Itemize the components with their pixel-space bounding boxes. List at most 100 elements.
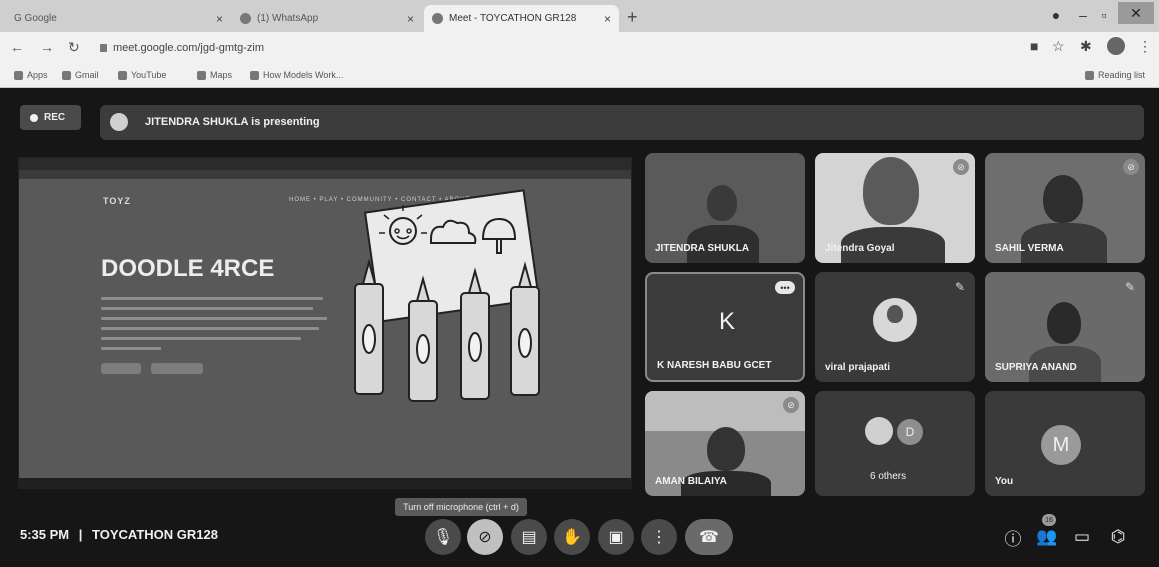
present-icon: ▣ xyxy=(608,529,624,546)
tooltip: Turn off microphone (ctrl + d) xyxy=(395,498,527,516)
shared-webpage: TOYZ HOME • PLAY • COMMUNITY • CONTACT •… xyxy=(19,179,631,480)
chat-icon[interactable]: ▭ xyxy=(1071,526,1093,548)
crayon-doodle-illustration xyxy=(354,189,540,402)
meet-icon xyxy=(432,13,443,24)
star-icon[interactable]: ☆ xyxy=(1052,38,1065,55)
new-tab-button[interactable]: + xyxy=(627,7,638,28)
participant-name: viral prajapati xyxy=(825,362,891,373)
shared-browser-tabs xyxy=(19,158,631,170)
bookmark-youtube[interactable]: YouTube xyxy=(118,70,166,80)
meeting-info-icon[interactable]: ⓘ xyxy=(1002,526,1024,549)
others-label: 6 others xyxy=(870,471,907,482)
participant-tile[interactable]: K ••• K NARESH BABU GCET xyxy=(645,272,805,382)
others-tile[interactable]: D 6 others xyxy=(815,391,975,496)
rec-label: REC xyxy=(44,112,66,123)
participant-video xyxy=(645,391,805,431)
meeting-details: 5:35 PM | TOYCATHON GR128 xyxy=(20,527,218,542)
close-window-button[interactable]: ✕ xyxy=(1118,2,1154,24)
recording-badge[interactable]: REC xyxy=(20,105,81,130)
lock-icon xyxy=(100,44,107,52)
tab-whatsapp[interactable]: (1) WhatsApp × xyxy=(232,5,422,32)
microphone-icon: 🎙 xyxy=(432,529,454,546)
url-field[interactable]: meet.google.com/jgd-gmtg-zim xyxy=(100,42,264,54)
reading-list-icon xyxy=(1085,70,1094,80)
close-icon[interactable]: × xyxy=(407,12,414,26)
activities-icon[interactable]: ⌬ xyxy=(1107,526,1129,548)
leave-call-button[interactable]: ☎ xyxy=(685,519,733,555)
shared-screen[interactable]: TOYZ HOME • PLAY • COMMUNITY • CONTACT •… xyxy=(18,157,632,489)
bookmark-label: Maps xyxy=(210,70,233,80)
participant-initial: M xyxy=(1041,425,1081,465)
participant-video xyxy=(707,185,737,221)
reload-icon[interactable]: ↻ xyxy=(68,39,80,56)
record-dot-icon xyxy=(30,113,38,122)
bookmark-label: How Models Work... xyxy=(263,70,344,80)
bookmark-label: Apps xyxy=(27,70,48,80)
address-bar: ← → ↻ meet.google.com/jgd-gmtg-zim ■ ☆ ✱… xyxy=(0,32,1159,62)
separator: | xyxy=(78,527,83,542)
participant-tile[interactable]: ⊘ SAHIL VERMA xyxy=(985,153,1145,263)
reading-list-button[interactable]: Reading list xyxy=(1085,70,1145,80)
back-icon[interactable]: ← xyxy=(10,39,24,55)
close-icon[interactable]: × xyxy=(604,12,611,26)
more-vert-icon: ⋮ xyxy=(651,529,667,546)
participant-name: Jitendra Goyal xyxy=(825,243,895,254)
bookmark-maps[interactable]: Maps xyxy=(197,70,232,80)
self-tile[interactable]: M You xyxy=(985,391,1145,496)
participant-initial: K xyxy=(718,308,735,335)
mic-off-icon: ⊘ xyxy=(783,397,799,413)
participant-video xyxy=(1047,302,1081,344)
bookmark-apps[interactable]: Apps xyxy=(14,70,48,80)
bookmark-how-models-work[interactable]: How Models Work... xyxy=(250,70,343,80)
avatar[interactable] xyxy=(1107,37,1125,55)
meeting-name: TOYCATHON GR128 xyxy=(92,527,218,542)
tab-bar: G Google × (1) WhatsApp × Meet - TOYCATH… xyxy=(0,0,1159,32)
menu-icon[interactable]: ⋮ xyxy=(1138,38,1152,55)
whatsapp-icon xyxy=(240,13,251,24)
microphone-button[interactable]: 🎙 xyxy=(425,519,461,555)
participant-name: SAHIL VERMA xyxy=(995,243,1064,254)
participant-tile[interactable]: ⊘ AMAN BILAIYA xyxy=(645,391,805,496)
maximize-icon[interactable]: ▫ xyxy=(1096,4,1112,26)
camera-button[interactable]: ⊘ xyxy=(467,519,503,555)
participant-tile[interactable]: ✎ SUPRIYA ANAND xyxy=(985,272,1145,382)
more-options-button[interactable]: ⋮ xyxy=(641,519,677,555)
forward-icon[interactable]: → xyxy=(40,39,54,55)
tab-label: (1) WhatsApp xyxy=(257,13,319,24)
participant-tile[interactable]: ✎ viral prajapati xyxy=(815,272,975,382)
participant-tile[interactable]: JITENDRA SHUKLA xyxy=(645,153,805,263)
participant-video xyxy=(863,157,919,225)
captions-icon: ▤ xyxy=(521,529,537,546)
close-icon[interactable]: × xyxy=(216,12,223,26)
extensions-icon[interactable]: ✱ xyxy=(1080,38,1092,55)
participant-name: K NARESH BABU GCET xyxy=(657,360,772,371)
minimize-icon[interactable]: – xyxy=(1075,4,1091,26)
site-button xyxy=(151,363,203,374)
site-headline: DOODLE 4RCE xyxy=(101,255,275,282)
hand-icon: ✋ xyxy=(562,529,582,546)
participant-video xyxy=(1043,175,1083,223)
camera-indicator-icon[interactable]: ■ xyxy=(1030,38,1038,54)
bookmark-label: Gmail xyxy=(75,70,99,80)
captions-button[interactable]: ▤ xyxy=(511,519,547,555)
tab-google[interactable]: G Google × xyxy=(6,5,231,32)
participant-video xyxy=(707,427,745,471)
participant-name: SUPRIYA ANAND xyxy=(995,362,1077,373)
people-count-badge: 16 xyxy=(1042,514,1056,526)
mic-off-icon: ⊘ xyxy=(1123,159,1139,175)
more-options-icon[interactable]: ••• xyxy=(775,281,795,294)
raise-hand-button[interactable]: ✋ xyxy=(554,519,590,555)
participant-tile[interactable]: ⊘ Jitendra Goyal xyxy=(815,153,975,263)
site-logo: TOYZ xyxy=(103,196,131,206)
bookmark-gmail[interactable]: Gmail xyxy=(62,70,99,80)
people-icon[interactable]: 👥 xyxy=(1036,526,1058,548)
text-line xyxy=(101,317,327,320)
avatar xyxy=(887,305,903,323)
profile-indicator-icon[interactable]: ● xyxy=(1048,4,1064,26)
tab-meet[interactable]: Meet - TOYCATHON GR128 × xyxy=(424,5,619,32)
gmail-icon xyxy=(62,70,71,80)
participant-name: AMAN BILAIYA xyxy=(655,476,727,487)
mic-off-icon: ⊘ xyxy=(953,159,969,175)
present-button[interactable]: ▣ xyxy=(598,519,634,555)
bookmarks-bar: Apps Gmail YouTube Maps How Models Work.… xyxy=(0,62,1159,88)
